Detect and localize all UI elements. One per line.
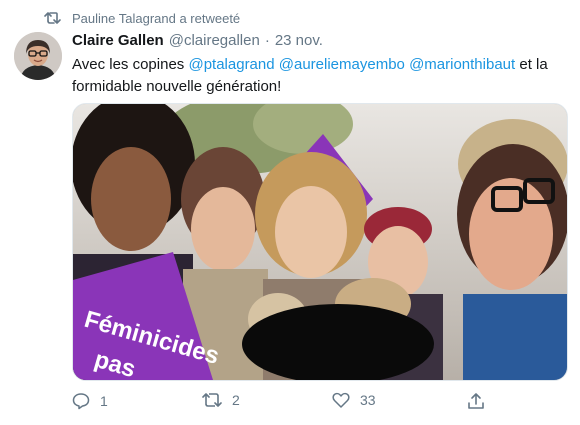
retweet-icon — [202, 392, 222, 408]
reply-count: 1 — [100, 393, 108, 409]
mention-link[interactable]: @ptalagrand — [188, 56, 274, 73]
reply-button[interactable]: 1 — [72, 392, 108, 410]
like-count: 33 — [360, 392, 376, 408]
tweet-text: Avec les copines @ptalagrand @aureliemay… — [72, 54, 562, 98]
tweet-header: Claire Gallen @clairegallen · 23 nov. — [72, 32, 323, 52]
like-button[interactable]: 33 — [332, 392, 376, 408]
header-separator: · — [264, 32, 270, 49]
retweet-context[interactable]: Pauline Talagrand a retweeté — [44, 8, 240, 28]
avatar[interactable] — [14, 32, 62, 80]
retweet-context-text: Pauline Talagrand a retweeté — [72, 10, 241, 26]
tweet-date[interactable]: 23 nov. — [275, 32, 323, 49]
tweet-actions: 1 2 33 — [72, 392, 492, 418]
author-name[interactable]: Claire Gallen — [72, 32, 164, 49]
heart-icon — [332, 392, 350, 408]
retweet-button[interactable]: 2 — [202, 392, 240, 408]
author-handle[interactable]: @clairegallen — [169, 32, 260, 49]
share-icon — [467, 392, 485, 410]
retweet-count: 2 — [232, 392, 240, 408]
mention-link[interactable]: @aureliemayembo — [279, 56, 405, 73]
reply-icon — [72, 392, 90, 410]
share-button[interactable] — [467, 392, 485, 410]
retweet-icon — [44, 11, 62, 25]
mention-link[interactable]: @marionthibaut — [409, 56, 515, 73]
tweet-text-intro: Avec les copines — [72, 56, 185, 73]
tweet-photo[interactable]: Féminicides pas — [72, 103, 568, 381]
